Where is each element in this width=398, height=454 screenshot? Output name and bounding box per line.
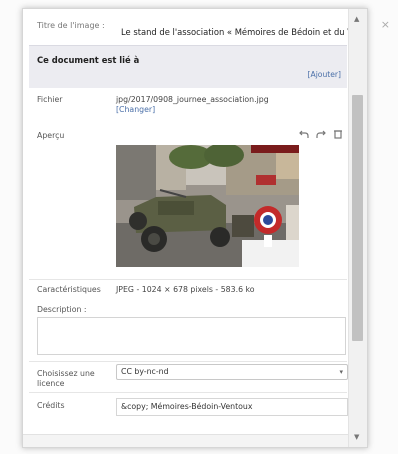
change-file-link[interactable]: [Changer] bbox=[116, 105, 155, 114]
scrollbar-thumb[interactable] bbox=[352, 95, 363, 341]
file-path: jpg/2017/0908_journee_association.jpg bbox=[116, 95, 269, 104]
linked-section: Ce document est lié à [Ajouter] bbox=[29, 45, 347, 88]
rotate-right-icon[interactable] bbox=[316, 129, 326, 142]
rotate-left-icon[interactable] bbox=[299, 129, 309, 142]
license-select[interactable]: CC by-nc-nd ▾ bbox=[116, 364, 348, 380]
image-title-value[interactable]: Le stand de l'association « Mémoires de … bbox=[121, 27, 349, 37]
divider bbox=[29, 392, 347, 393]
characteristics-value: JPEG - 1024 × 678 pixels - 583.6 ko bbox=[116, 285, 255, 294]
chevron-down-icon: ▾ bbox=[339, 368, 343, 376]
credits-input[interactable]: &copy; Mémoires-Bédoin-Ventoux bbox=[116, 398, 348, 416]
image-edit-dialog: Titre de l'image : Le stand de l'associa… bbox=[22, 8, 368, 448]
description-textarea[interactable] bbox=[37, 317, 346, 355]
dialog-content: Titre de l'image : Le stand de l'associa… bbox=[23, 9, 349, 447]
delete-icon[interactable] bbox=[333, 129, 343, 142]
add-link[interactable]: [Ajouter] bbox=[308, 70, 341, 79]
image-title-label: Titre de l'image : bbox=[37, 21, 105, 30]
divider bbox=[29, 279, 347, 280]
scroll-down-icon[interactable]: ▼ bbox=[354, 433, 359, 441]
scroll-up-icon[interactable]: ▲ bbox=[354, 15, 359, 23]
dialog-scrollbar[interactable]: ▲ ▼ bbox=[348, 9, 367, 447]
license-label: Choisissez une licence bbox=[37, 369, 95, 388]
linked-heading: Ce document est lié à bbox=[37, 55, 140, 65]
preview-label: Aperçu bbox=[37, 131, 65, 140]
characteristics-label: Caractéristiques bbox=[37, 285, 101, 294]
license-selected: CC by-nc-nd bbox=[121, 367, 169, 376]
image-preview bbox=[116, 145, 299, 267]
background-close-icon: × bbox=[380, 18, 390, 31]
divider bbox=[29, 361, 347, 362]
file-label: Fichier bbox=[37, 95, 63, 104]
description-label: Description : bbox=[37, 305, 87, 314]
dialog-footer bbox=[23, 434, 349, 447]
image-title-row: Titre de l'image : Le stand de l'associa… bbox=[29, 15, 349, 46]
credits-label: Crédits bbox=[37, 401, 65, 410]
